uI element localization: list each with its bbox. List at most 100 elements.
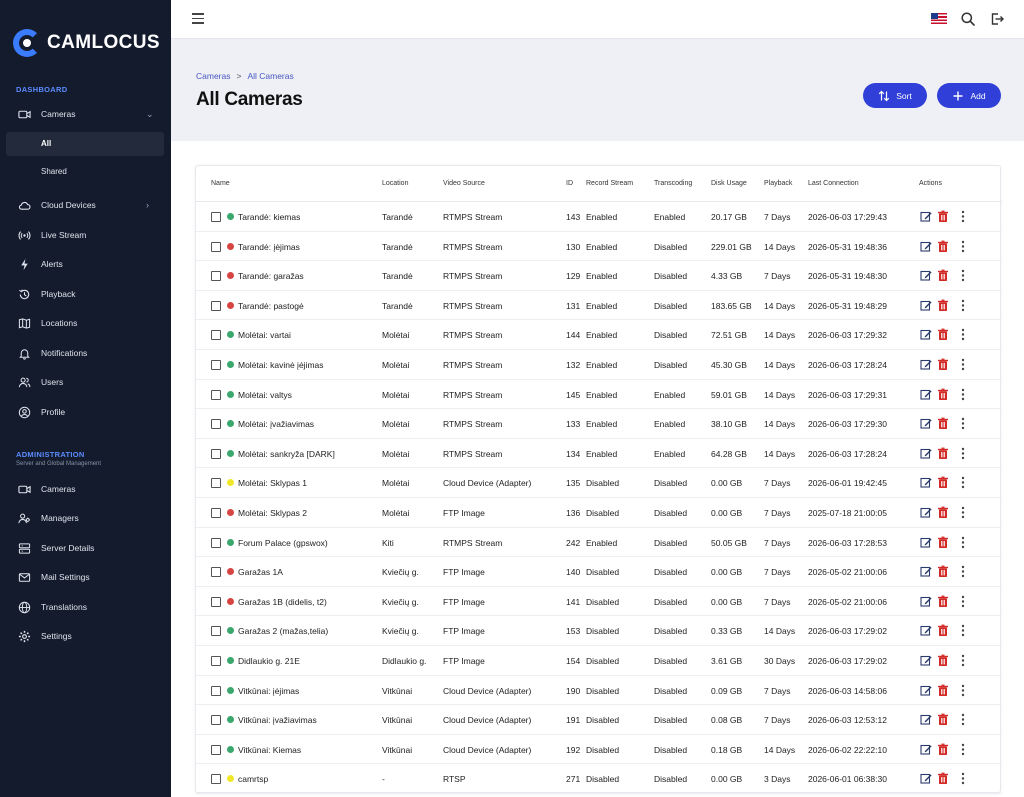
trash-icon[interactable] xyxy=(937,269,949,282)
table-row[interactable]: camrtsp - RTSP 271 Disabled Disabled 0.00 GB 3 … xyxy=(196,764,1002,794)
sidebar-subitem-all[interactable]: All xyxy=(6,132,164,156)
admin-item-managers[interactable]: Managers xyxy=(0,506,171,530)
row-checkbox[interactable] xyxy=(211,626,221,637)
edit-icon[interactable] xyxy=(920,565,932,578)
trash-icon[interactable] xyxy=(937,240,949,253)
more-options-icon[interactable] xyxy=(960,565,966,578)
more-options-icon[interactable] xyxy=(960,595,966,608)
trash-icon[interactable] xyxy=(937,447,949,460)
camera-name[interactable]: Molėtai: vartai xyxy=(238,330,291,340)
table-row[interactable]: Tarandė: įėjimas Tarandė RTMPS Stream 130 En… xyxy=(196,232,1002,262)
edit-icon[interactable] xyxy=(920,269,932,282)
column-header-video-source[interactable]: Video Source xyxy=(443,180,485,187)
column-header-disk-usage[interactable]: Disk Usage xyxy=(711,180,747,187)
edit-icon[interactable] xyxy=(920,299,932,312)
camera-name[interactable]: Molėtai: Sklypas 2 xyxy=(238,508,307,518)
row-checkbox[interactable] xyxy=(211,774,221,785)
camera-name[interactable]: Didlaukio g. 21E xyxy=(238,656,300,666)
trash-icon[interactable] xyxy=(937,210,949,223)
admin-item-settings[interactable]: Settings xyxy=(0,624,171,648)
trash-icon[interactable] xyxy=(937,565,949,578)
more-options-icon[interactable] xyxy=(960,417,966,430)
sort-button[interactable]: Sort xyxy=(863,83,927,108)
logout-icon[interactable] xyxy=(989,11,1005,27)
admin-item-cameras[interactable]: Cameras xyxy=(0,477,171,501)
table-row[interactable]: Garažas 1A Kviečių g. FTP Image 140 Disabled… xyxy=(196,557,1002,587)
table-row[interactable]: Molėtai: sankryža [DARK] Molėtai RTMPS Str… xyxy=(196,439,1002,469)
edit-icon[interactable] xyxy=(920,624,932,637)
sidebar-item-profile[interactable]: Profile xyxy=(0,400,171,424)
trash-icon[interactable] xyxy=(937,654,949,667)
more-options-icon[interactable] xyxy=(960,536,966,549)
camera-name[interactable]: Molėtai: įvažiavimas xyxy=(238,419,314,429)
trash-icon[interactable] xyxy=(937,328,949,341)
more-options-icon[interactable] xyxy=(960,654,966,667)
table-row[interactable]: Molėtai: Sklypas 1 Molėtai Cloud Device (A… xyxy=(196,468,1002,498)
edit-icon[interactable] xyxy=(920,417,932,430)
row-checkbox[interactable] xyxy=(211,330,221,341)
sidebar-subitem-shared[interactable]: Shared xyxy=(6,160,164,184)
camera-name[interactable]: camrtsp xyxy=(238,774,268,784)
row-checkbox[interactable] xyxy=(211,567,221,578)
row-checkbox[interactable] xyxy=(211,212,221,222)
table-row[interactable]: Garažas 1B (didelis, t2) Kviečių g. FTP Im… xyxy=(196,587,1002,617)
camera-name[interactable]: Vitkūnai: įėjimas xyxy=(238,686,299,696)
edit-icon[interactable] xyxy=(920,684,932,697)
edit-icon[interactable] xyxy=(920,772,932,785)
trash-icon[interactable] xyxy=(937,417,949,430)
column-header-location[interactable]: Location xyxy=(382,180,408,187)
trash-icon[interactable] xyxy=(937,358,949,371)
row-checkbox[interactable] xyxy=(211,478,221,489)
edit-icon[interactable] xyxy=(920,447,932,460)
column-header-last-connection[interactable]: Last Connection xyxy=(808,180,859,187)
row-checkbox[interactable] xyxy=(211,537,221,548)
sidebar-item-users[interactable]: Users xyxy=(0,370,171,394)
column-header-id[interactable]: ID xyxy=(566,180,573,187)
edit-icon[interactable] xyxy=(920,536,932,549)
trash-icon[interactable] xyxy=(937,536,949,549)
more-options-icon[interactable] xyxy=(960,624,966,637)
column-header-playback[interactable]: Playback xyxy=(764,180,792,187)
admin-item-translations[interactable]: Translations xyxy=(0,595,171,619)
add-button[interactable]: Add xyxy=(937,83,1001,108)
more-options-icon[interactable] xyxy=(960,328,966,341)
camera-name[interactable]: Tarandė: įėjimas xyxy=(238,242,300,252)
edit-icon[interactable] xyxy=(920,713,932,726)
row-checkbox[interactable] xyxy=(211,300,221,311)
more-options-icon[interactable] xyxy=(960,713,966,726)
sidebar-item-cloud-devices[interactable]: Cloud Devices › xyxy=(0,193,171,217)
table-row[interactable]: Vitkūnai: įėjimas Vitkūnai Cloud Device (A… xyxy=(196,676,1002,706)
search-icon[interactable] xyxy=(960,11,976,27)
more-options-icon[interactable] xyxy=(960,358,966,371)
breadcrumb-all-cameras-link[interactable]: All Cameras xyxy=(247,71,293,81)
admin-item-mail-settings[interactable]: Mail Settings xyxy=(0,565,171,589)
edit-icon[interactable] xyxy=(920,240,932,253)
row-checkbox[interactable] xyxy=(211,419,221,430)
more-options-icon[interactable] xyxy=(960,476,966,489)
edit-icon[interactable] xyxy=(920,210,932,223)
row-checkbox[interactable] xyxy=(211,508,221,518)
camera-name[interactable]: Molėtai: sankryža [DARK] xyxy=(238,449,335,459)
trash-icon[interactable] xyxy=(937,713,949,726)
trash-icon[interactable] xyxy=(937,299,949,312)
table-row[interactable]: Vitkūnai: Kiemas Vitkūnai Cloud Device (Ad… xyxy=(196,735,1002,765)
more-options-icon[interactable] xyxy=(960,684,966,697)
camera-name[interactable]: Tarandė: pastogė xyxy=(238,301,304,311)
row-checkbox[interactable] xyxy=(211,389,221,400)
trash-icon[interactable] xyxy=(937,743,949,756)
more-options-icon[interactable] xyxy=(960,447,966,460)
edit-icon[interactable] xyxy=(920,506,932,519)
sidebar-item-alerts[interactable]: Alerts xyxy=(0,252,171,276)
table-row[interactable]: Tarandė: pastogė Tarandė RTMPS Stream 131 En… xyxy=(196,291,1002,321)
table-row[interactable]: Forum Palace (gpswox) Kiti RTMPS Stream 242… xyxy=(196,528,1002,558)
row-checkbox[interactable] xyxy=(211,744,221,755)
table-row[interactable]: Molėtai: valtys Molėtai RTMPS Stream 145 Ena… xyxy=(196,380,1002,410)
camera-name[interactable]: Molėtai: kavinė įėjimas xyxy=(238,360,324,370)
trash-icon[interactable] xyxy=(937,476,949,489)
more-options-icon[interactable] xyxy=(960,772,966,785)
more-options-icon[interactable] xyxy=(960,210,966,223)
table-row[interactable]: Vitkūnai: įvažiavimas Vitkūnai Cloud Devic… xyxy=(196,705,1002,735)
trash-icon[interactable] xyxy=(937,684,949,697)
row-checkbox[interactable] xyxy=(211,596,221,607)
row-checkbox[interactable] xyxy=(211,271,221,282)
